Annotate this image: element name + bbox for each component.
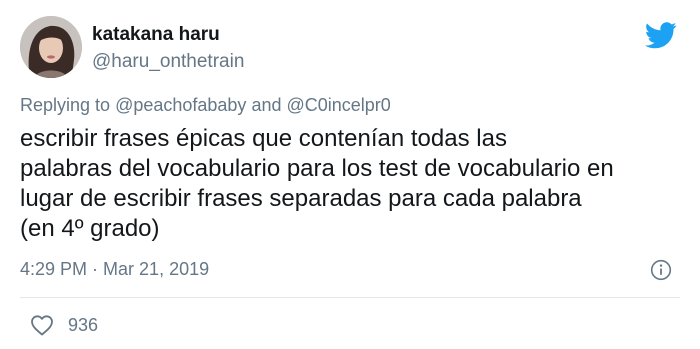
display-name[interactable]: katakana haru — [92, 24, 220, 46]
tweet-text-line: escribir frases épicas que contenían tod… — [20, 125, 507, 152]
tweet-time[interactable]: 4:29 PM — [20, 259, 87, 279]
tweet-date[interactable]: Mar 21, 2019 — [103, 259, 209, 279]
tweet-text-line: palabras del vocabulario para los test d… — [20, 155, 614, 182]
like-count: 936 — [68, 314, 99, 335]
replying-to-line: Replying to @peachofababy and @C0incelpr… — [20, 95, 391, 116]
tweet-text-line: (en 4º grado) — [20, 215, 160, 242]
like-button[interactable]: 936 — [30, 313, 98, 337]
user-handle[interactable]: @haru_onthetrain — [92, 51, 244, 73]
replying-to-label: Replying to — [20, 95, 116, 115]
info-icon[interactable] — [650, 259, 672, 281]
tweet-timestamp[interactable]: 4:29 PM · Mar 21, 2019 — [20, 259, 209, 280]
mention-link-c0incelpr0[interactable]: @C0incelpr0 — [286, 95, 390, 115]
tweet-text-line: lugar de escribir frases separadas para … — [20, 185, 582, 212]
tweet-text: escribir frases épicas que contenían tod… — [20, 124, 690, 244]
twitter-bird-icon[interactable] — [645, 22, 677, 49]
avatar-image — [20, 16, 82, 78]
tweet-card: katakana haru @haru_onthetrain Replying … — [0, 0, 700, 349]
avatar[interactable] — [20, 16, 82, 78]
mention-link-peachofababy[interactable]: @peachofababy — [115, 95, 246, 115]
divider — [20, 297, 680, 298]
meta-separator: · — [87, 259, 104, 279]
heart-icon[interactable] — [30, 314, 54, 336]
reply-connector: and — [246, 95, 287, 115]
